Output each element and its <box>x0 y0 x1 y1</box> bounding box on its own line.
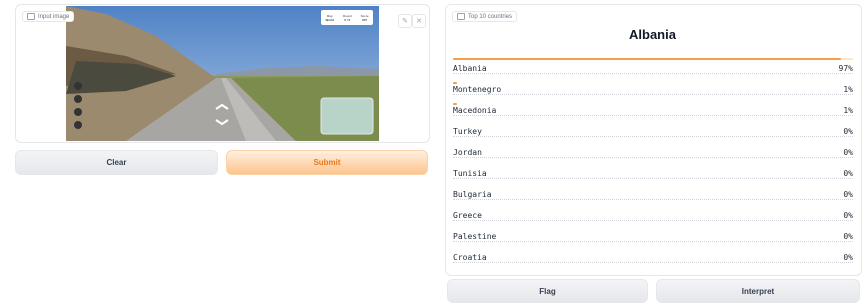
prediction-row: Tunisia 0% <box>453 169 853 181</box>
prediction-row: Albania 97% <box>453 64 853 76</box>
prediction-row: Bulgaria 0% <box>453 190 853 202</box>
street-view-image[interactable] <box>66 6 379 141</box>
output-label: Top 10 countries <box>468 13 513 20</box>
prediction-row: Macedonia 1% <box>453 103 853 118</box>
prediction-row: Croatia 0% <box>453 253 853 265</box>
prediction-percent: 97% <box>838 64 853 73</box>
input-image-tag: Input image <box>22 11 75 22</box>
row-divider <box>453 199 853 200</box>
prediction-bar <box>453 103 457 105</box>
prediction-row: Palestine 0% <box>453 232 853 244</box>
row-divider <box>453 157 853 158</box>
row-divider <box>453 115 853 116</box>
prediction-label: Montenegro <box>453 85 502 94</box>
prediction-percent: 0% <box>843 211 853 220</box>
hud-score: Score 247 <box>360 13 369 22</box>
flag-button[interactable]: Flag <box>447 279 648 303</box>
label-icon <box>457 13 465 20</box>
prediction-percent: 0% <box>843 148 853 157</box>
image-icon <box>27 13 35 20</box>
prediction-label: Albania <box>453 64 487 73</box>
row-divider <box>453 73 853 74</box>
input-image-panel: Input image ✎ ✕ Map World Round 5 / 5 Sc… <box>15 4 430 143</box>
prediction-row: Montenegro 1% <box>453 82 853 97</box>
input-image-label: Input image <box>38 13 70 20</box>
submit-button[interactable]: Submit <box>226 150 428 175</box>
prediction-row: Jordan 0% <box>453 148 853 160</box>
prediction-percent: 1% <box>843 106 853 115</box>
prediction-label: Macedonia <box>453 106 497 115</box>
prediction-label: Croatia <box>453 253 487 262</box>
minimap[interactable] <box>320 97 374 135</box>
row-divider <box>453 241 853 242</box>
top-prediction-bar <box>453 58 853 60</box>
prediction-label: Bulgaria <box>453 190 492 199</box>
interpret-button[interactable]: Interpret <box>656 279 860 303</box>
row-divider <box>453 178 853 179</box>
row-divider <box>453 262 853 263</box>
prediction-percent: 0% <box>843 253 853 262</box>
prediction-label: Tunisia <box>453 169 487 178</box>
prediction-bar <box>453 82 457 84</box>
prediction-row: Greece 0% <box>453 211 853 223</box>
prediction-percent: 1% <box>843 85 853 94</box>
prediction-percent: 0% <box>843 232 853 241</box>
prediction-label: Jordan <box>453 148 482 157</box>
prediction-percent: 0% <box>843 169 853 178</box>
top-prediction-bar-fill <box>453 58 841 60</box>
clear-button[interactable]: Clear <box>15 150 218 175</box>
prediction-label: Palestine <box>453 232 497 241</box>
edit-icon[interactable]: ✎ <box>398 14 412 28</box>
row-divider <box>453 136 853 137</box>
street-view-hud: Map World Round 5 / 5 Score 247 <box>321 10 373 25</box>
prediction-label: Turkey <box>453 127 482 136</box>
output-tag: Top 10 countries <box>452 11 518 22</box>
top-prediction: Albania <box>629 27 676 42</box>
hud-map: Map World <box>325 13 334 22</box>
prediction-percent: 0% <box>843 190 853 199</box>
prediction-label: Greece <box>453 211 482 220</box>
row-divider <box>453 94 853 95</box>
prediction-percent: 0% <box>843 127 853 136</box>
hud-round: Round 5 / 5 <box>342 13 352 22</box>
row-divider <box>453 220 853 221</box>
close-icon[interactable]: ✕ <box>412 14 426 28</box>
prediction-row: Turkey 0% <box>453 127 853 139</box>
